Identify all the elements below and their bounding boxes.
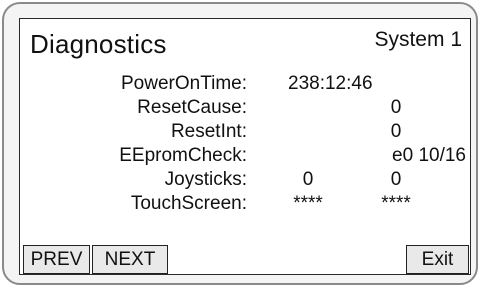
reset-int-label: ResetInt: <box>170 121 247 142</box>
eeprom-check-label: EEpromCheck: <box>119 145 247 166</box>
exit-button[interactable]: Exit <box>406 245 469 274</box>
touch-screen-label: TouchScreen: <box>130 193 247 214</box>
next-button[interactable]: NEXT <box>92 245 168 274</box>
joysticks-value-a: 0 <box>302 169 314 190</box>
prev-button[interactable]: PREV <box>23 245 90 274</box>
power-on-time-value: 238:12:46 <box>288 73 373 94</box>
joysticks-label: Joysticks: <box>164 169 247 190</box>
row-joysticks: Joysticks: 0 0 <box>20 169 472 193</box>
diagnostics-screen: Diagnostics System 1 PowerOnTime: 238:12… <box>19 18 471 275</box>
reset-int-value: 0 <box>390 121 402 142</box>
system-label: System 1 <box>374 28 462 51</box>
row-touch-screen: TouchScreen: **** **** <box>20 193 472 217</box>
power-on-time-label: PowerOnTime: <box>121 73 247 94</box>
row-power-on-time: PowerOnTime: 238:12:46 <box>20 73 472 97</box>
eeprom-check-value: e0 10/16 <box>392 145 466 166</box>
row-reset-cause: ResetCause: 0 <box>20 97 472 121</box>
row-reset-int: ResetInt: 0 <box>20 121 472 145</box>
row-eeprom-check: EEpromCheck: e0 10/16 <box>20 145 472 169</box>
reset-cause-value: 0 <box>390 97 402 118</box>
touch-screen-value-a: **** <box>293 193 323 214</box>
joysticks-value-b: 0 <box>390 169 402 190</box>
page-title: Diagnostics <box>30 29 167 59</box>
reset-cause-label: ResetCause: <box>137 97 247 118</box>
touch-screen-value-b: **** <box>381 193 411 214</box>
